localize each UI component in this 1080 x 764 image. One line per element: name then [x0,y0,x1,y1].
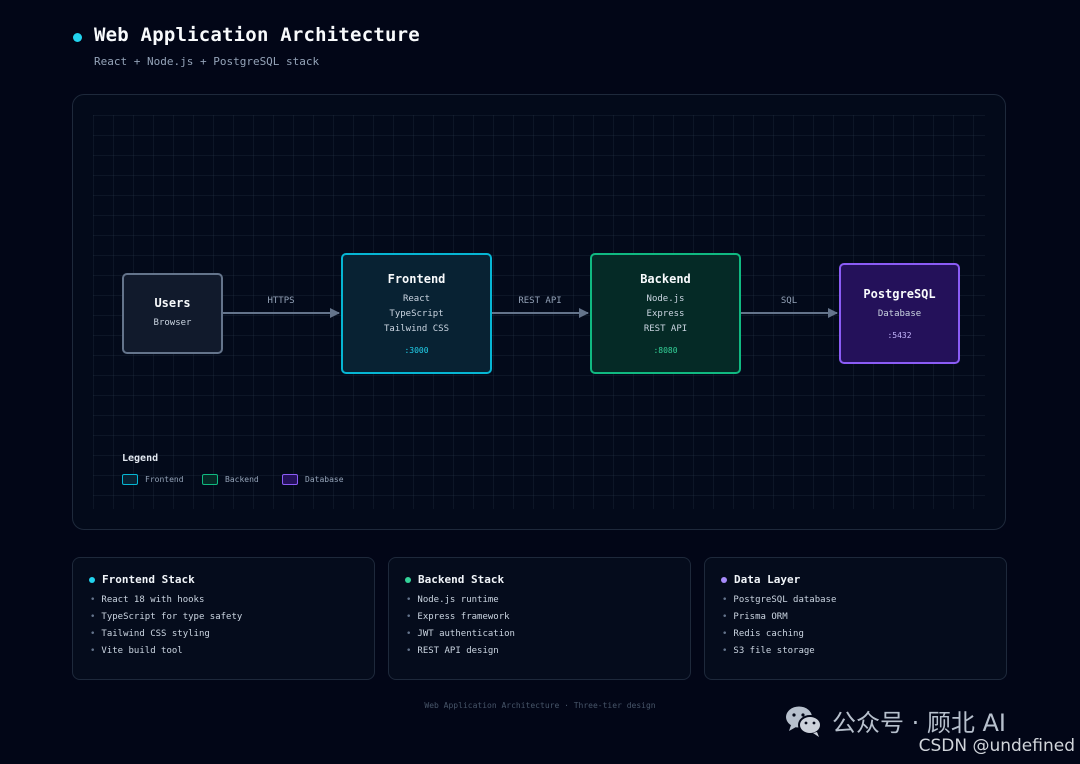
node-users: Users Browser [122,273,223,354]
list-item: • JWT authentication [406,629,515,639]
card-title: Frontend Stack [102,573,195,586]
node-database-title: PostgreSQL [863,287,936,301]
node-backend-line: Express [646,309,685,319]
list-item: • Node.js runtime [406,595,499,605]
node-database-port: :5432 [887,331,912,340]
watermark: 公众号 · 顾北 AI [784,703,1006,738]
card-data-layer: Data Layer • PostgreSQL database • Prisma … [704,557,1007,680]
list-item-text: Node.js runtime [417,595,499,605]
card-dot-icon [721,576,727,583]
architecture-diagram: HTTPS REST API SQL Users Browser Fronten… [72,94,1006,530]
list-item-text: Prisma ORM [733,612,788,622]
card-title: Data Layer [734,573,801,586]
legend-swatch [282,474,298,485]
card-dot-icon [89,576,95,583]
node-frontend-title: Frontend [387,272,446,286]
list-item-text: TypeScript for type safety [101,612,243,622]
list-item: • Tailwind CSS styling [90,629,210,639]
card-title: Backend Stack [418,573,505,586]
watermark-text: 公众号 · 顾北 AI [832,709,1007,737]
node-users-line: Browser [153,318,192,328]
card-frontend-stack: Frontend Stack • React 18 with hooks • Typ… [72,557,375,680]
legend-item-frontend: Frontend [122,474,184,485]
legend-label: Backend [225,475,259,484]
page-title: Web Application Architecture [94,24,420,46]
card-backend-stack: Backend Stack • Node.js runtime • Express … [388,557,691,680]
list-item-text: PostgreSQL database [733,595,837,605]
node-backend-line: Node.js [646,294,685,304]
list-item-text: React 18 with hooks [101,595,205,605]
list-item: • Redis caching [722,629,804,639]
title-dot-icon [73,33,82,42]
node-database: PostgreSQL Database :5432 [839,263,960,364]
list-item-text: Redis caching [733,629,804,639]
node-frontend-line: TypeScript [389,309,444,319]
list-item: • S3 file storage [722,646,815,656]
node-frontend-port: :3000 [404,346,429,355]
node-backend-line: REST API [643,324,688,334]
page-subtitle: React + Node.js + PostgreSQL stack [94,55,320,68]
legend-swatch [122,474,138,485]
list-item: • TypeScript for type safety [90,612,243,622]
legend-item-backend: Backend [202,474,259,485]
list-item-text: S3 file storage [733,646,815,656]
edge-label-https: HTTPS [267,296,295,306]
legend-swatch [202,474,218,485]
card-dot-icon [405,576,411,583]
node-backend-title: Backend [640,272,691,286]
legend-label: Frontend [145,475,184,484]
list-item: • Prisma ORM [722,612,788,622]
node-frontend: Frontend React TypeScript Tailwind CSS :… [341,253,492,374]
edge-label-sql: SQL [780,296,798,306]
list-item-text: Vite build tool [101,646,183,656]
legend-label: Database [305,475,344,484]
edge-label-rest-api: REST API [518,296,562,306]
list-item-text: Tailwind CSS styling [101,629,210,639]
legend-title: Legend [122,453,159,464]
list-item: • Vite build tool [90,646,183,656]
list-item-text: REST API design [417,646,499,656]
node-frontend-line: React [402,294,431,304]
node-frontend-line: Tailwind CSS [383,324,450,334]
list-item: • React 18 with hooks [90,595,205,605]
list-item: • Express framework [406,612,510,622]
node-backend-port: :8080 [653,346,678,355]
csdn-watermark: CSDN @undefined [918,736,1075,756]
list-item-text: JWT authentication [417,629,515,639]
node-database-line: Database [877,309,922,319]
wechat-icon [786,706,822,737]
node-users-title: Users [154,296,191,310]
node-backend: Backend Node.js Express REST API :8080 [590,253,741,374]
list-item-text: Express framework [417,612,510,622]
list-item: • REST API design [406,646,499,656]
list-item: • PostgreSQL database [722,595,837,605]
legend-item-database: Database [282,474,344,485]
